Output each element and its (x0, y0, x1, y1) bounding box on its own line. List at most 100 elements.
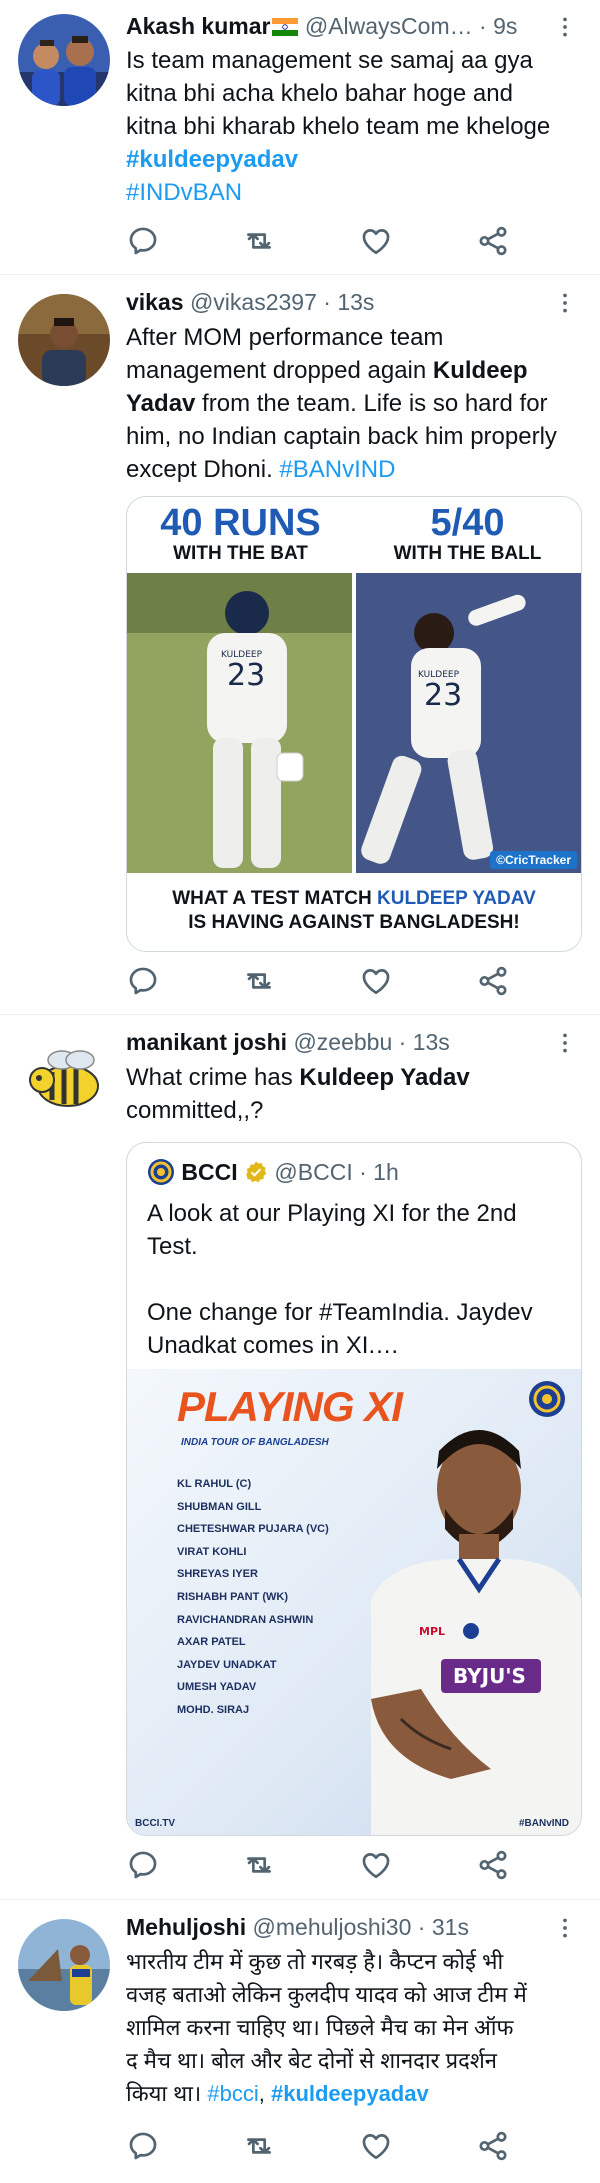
more-icon[interactable] (552, 1030, 578, 1056)
stat-runs-label: WITH THE BAT (173, 543, 308, 564)
bowling-photo: 23 KULDEEP ©CricTracker (356, 573, 581, 873)
text-line: Yadav from the team. Life is so hard for (126, 390, 548, 417)
quote-header: BCCI @BCCI · 1h (147, 1157, 399, 1187)
share-icon[interactable] (476, 224, 510, 258)
tweet-text: What crime has Kuldeep Yadav committed,,… (126, 1061, 576, 1127)
text-line: kitna bhi acha khelo bahar hoge and (126, 80, 513, 107)
author-name[interactable]: Mehuljoshi (126, 1914, 246, 1940)
jersey-name: KULDEEP (221, 650, 263, 660)
share-icon[interactable] (476, 1848, 510, 1882)
avatar[interactable] (18, 294, 110, 386)
playing-xi-subtitle: INDIA TOUR OF BANGLADESH (181, 1437, 329, 1448)
batting-photo: 23 KULDEEP (127, 573, 352, 873)
image-footer-left: BCCI.TV (135, 1818, 175, 1829)
cric-logo-icon: © (496, 853, 505, 867)
tweet-actions (126, 964, 506, 998)
playing-xi-image[interactable]: PLAYING XI INDIA TOUR OF BANGLADESH KL R… (127, 1369, 581, 1835)
retweet-icon[interactable] (242, 224, 276, 258)
avatar[interactable] (18, 14, 110, 106)
author-name[interactable]: vikas (126, 289, 184, 315)
hashtag-link[interactable]: #INDvBAN (126, 176, 576, 209)
text-line: What crime has Kuldeep Yadav (126, 1064, 470, 1091)
more-icon[interactable] (552, 1915, 578, 1941)
tweet-text: After MOM performance team management dr… (126, 321, 576, 486)
author-handle[interactable]: @AlwaysCom… (305, 13, 473, 39)
tweet-manikant[interactable]: manikant joshi @zeebbu · 13s What crime … (0, 1014, 600, 1900)
tweet-actions (126, 2129, 506, 2163)
watermark: ©CricTracker (490, 851, 577, 869)
retweet-icon[interactable] (242, 2129, 276, 2163)
author-handle[interactable]: @mehuljoshi30 (253, 1914, 412, 1940)
tweet-actions (126, 224, 506, 258)
text-line: After MOM performance team (126, 324, 444, 351)
reply-icon[interactable] (126, 964, 160, 998)
like-icon[interactable] (359, 1848, 393, 1882)
tweet-text: भारतीय टीम में कुछ तो गरबड़ है। कैप्टन क… (126, 1945, 576, 2110)
quote-author-name[interactable]: BCCI (181, 1159, 237, 1185)
quote-author-handle[interactable]: @BCCI (274, 1159, 352, 1185)
timestamp[interactable]: 9s (493, 13, 517, 39)
stat-wickets-label: WITH THE BALL (393, 543, 542, 564)
tweet-header: Mehuljoshi @mehuljoshi30 · 31s (126, 1913, 580, 1941)
separator-dot: · (479, 13, 487, 39)
text-line: management dropped again Kuldeep (126, 357, 528, 384)
separator-dot: · (359, 1159, 367, 1185)
author-name[interactable]: manikant joshi (126, 1029, 287, 1055)
timestamp[interactable]: 13s (337, 289, 374, 315)
tweet-akash[interactable]: Akash kumar @AlwaysCom… · 9s Is team man… (0, 0, 600, 275)
share-icon[interactable] (476, 964, 510, 998)
hashtag-link[interactable]: #bcci (207, 2081, 258, 2106)
bcci-logo-icon (147, 1158, 175, 1186)
separator-dot: · (398, 1029, 407, 1055)
stat-header-right: 5/40 WITH THE BALL (354, 497, 581, 569)
like-icon[interactable] (359, 2129, 393, 2163)
reply-icon[interactable] (126, 2129, 160, 2163)
tweet-header: manikant joshi @zeebbu · 13s (126, 1028, 580, 1056)
retweet-icon[interactable] (242, 964, 276, 998)
tweet-vikas[interactable]: vikas @vikas2397 · 13s After MOM perform… (0, 274, 600, 1015)
jersey-number: 23 (227, 658, 265, 693)
jersey-name: KULDEEP (418, 670, 460, 680)
hashtag-link[interactable]: #kuldeepyadav (126, 143, 576, 176)
author-name[interactable]: Akash kumar (126, 13, 270, 39)
share-icon[interactable] (476, 2129, 510, 2163)
text-line: भारतीय टीम में कुछ तो गरबड़ है। कैप्टन क… (126, 1949, 504, 1974)
tweet-text: Is team management se samaj aa gya kitna… (126, 44, 576, 209)
tweet-media-image[interactable]: 40 RUNS WITH THE BAT 5/40 WITH THE BALL … (126, 496, 582, 952)
timestamp[interactable]: 13s (413, 1029, 450, 1055)
avatar[interactable] (18, 1034, 110, 1126)
verified-badge-icon (244, 1160, 268, 1184)
more-icon[interactable] (552, 290, 578, 316)
stat-runs: 40 RUNS (160, 502, 321, 544)
image-caption: WHAT A TEST MATCH KULDEEP YADAV IS HAVIN… (127, 879, 581, 951)
author-handle[interactable]: @zeebbu (293, 1029, 392, 1055)
more-icon[interactable] (552, 14, 578, 40)
separator-dot: · (417, 1914, 426, 1940)
text-line: Is team management se samaj aa gya (126, 47, 533, 74)
stat-header-left: 40 RUNS WITH THE BAT (127, 497, 354, 569)
text-line: him, no Indian captain back him properly (126, 423, 557, 450)
player-portrait: BYJU'S MPL (341, 1399, 581, 1835)
hashtag-link[interactable]: #BANvIND (279, 456, 395, 483)
tweet-mehuljoshi[interactable]: Mehuljoshi @mehuljoshi30 · 31s भारतीय टी… (0, 1899, 600, 2183)
author-handle[interactable]: @vikas2397 (190, 289, 317, 315)
reply-icon[interactable] (126, 1848, 160, 1882)
avatar[interactable] (18, 1919, 110, 2011)
quote-timestamp[interactable]: 1h (373, 1159, 399, 1185)
hashtag-link[interactable]: #kuldeepyadav (271, 2081, 429, 2106)
like-icon[interactable] (359, 964, 393, 998)
reply-icon[interactable] (126, 224, 160, 258)
quote-tweet[interactable]: BCCI @BCCI · 1h A look at our Playing XI… (126, 1142, 582, 1836)
tweet-header: Akash kumar @AlwaysCom… · 9s (126, 12, 580, 40)
timestamp[interactable]: 31s (432, 1914, 469, 1940)
retweet-icon[interactable] (242, 1848, 276, 1882)
like-icon[interactable] (359, 224, 393, 258)
text-line: except Dhoni. #BANvIND (126, 456, 396, 483)
separator-dot: · (323, 289, 331, 315)
text-line: किया था। #bcci, #kuldeepyadav (126, 2081, 429, 2106)
text-line: शामिल करना चाहिए था। पिछले मैच का मेन ऑफ (126, 2015, 514, 2040)
jersey-number: 23 (424, 678, 462, 713)
stat-wickets: 5/40 (430, 502, 505, 544)
india-flag-icon (272, 14, 299, 36)
shirt-brand: BYJU'S (453, 1664, 526, 1688)
